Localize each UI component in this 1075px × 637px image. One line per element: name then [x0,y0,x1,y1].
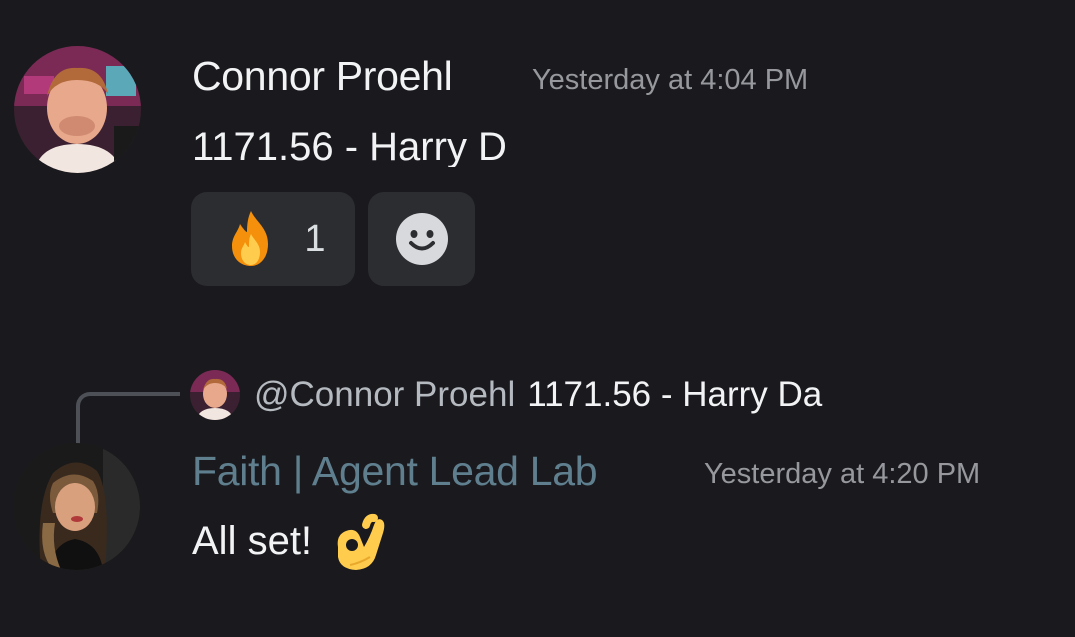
message-timestamp: Yesterday at 4:04 PM [532,64,809,96]
reaction-fire[interactable]: 1 [191,192,355,286]
ok-hand-emoji-icon [337,513,385,570]
faith-avatar[interactable] [13,443,140,570]
message-text: All set! [192,519,313,563]
reply-avatar [190,370,240,420]
connor-avatar[interactable] [14,46,141,173]
message-content: All set! [192,513,442,583]
reply-content-preview: 1171.56 - Harry Da [527,375,823,414]
avatar-photo-man-icon [190,370,240,420]
message-author[interactable]: Connor Proehl [192,56,453,97]
reply-author-mention[interactable]: @Connor Proehl [254,375,515,415]
chat-canvas: Connor Proehl Yesterday at 4:04 PM 1171.… [0,0,1075,637]
fire-emoji-icon [232,211,269,266]
message-content: 1171.56 - Harry D [192,127,507,167]
avatar-photo-man-icon [14,46,141,173]
message-timestamp: Yesterday at 4:20 PM [704,458,981,490]
reaction-count: 1 [304,217,326,260]
message-author[interactable]: Faith | Agent Lead Lab [192,451,598,492]
add-reaction-button[interactable] [368,192,475,286]
add-reaction-smiley-icon [395,213,448,265]
reply-preview[interactable]: @Connor Proehl 1171.56 - Harry Da [190,370,900,420]
avatar-photo-woman-icon [13,443,140,570]
